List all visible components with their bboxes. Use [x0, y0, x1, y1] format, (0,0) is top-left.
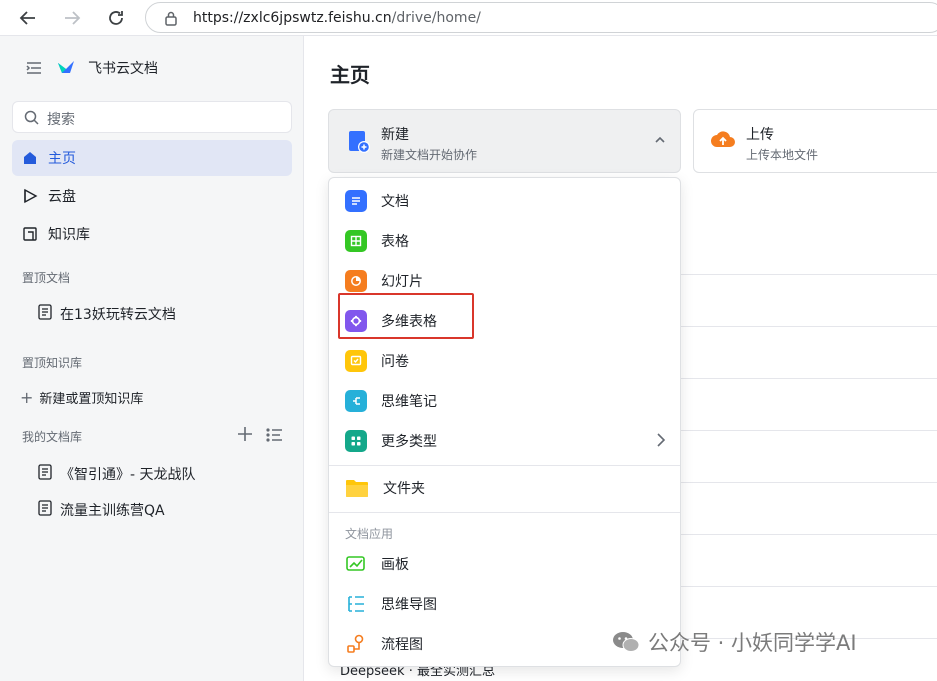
feishu-logo-icon — [58, 61, 74, 73]
slides-icon — [345, 270, 367, 292]
add-library-button[interactable]: + 新建或置顶知识库 — [20, 388, 143, 407]
menu-item-folder[interactable]: 文件夹 — [329, 468, 680, 508]
lock-icon — [165, 11, 177, 26]
reload-button[interactable] — [102, 4, 130, 32]
new-doc-icon — [349, 131, 370, 153]
menu-item-label: 文件夹 — [383, 481, 425, 497]
my-lib-doc-label: 流量主训练营QA — [60, 503, 165, 519]
search-icon — [24, 110, 39, 125]
collapse-sidebar-icon[interactable] — [26, 61, 42, 75]
forward-button[interactable] — [58, 4, 86, 32]
url-text: https://zxlc6jpswtz.feishu.cn/drive/home… — [193, 10, 481, 26]
sidebar-item-drive[interactable]: 云盘 — [12, 178, 292, 214]
my-lib-doc-label: 《智引通》- 天龙战队 — [60, 467, 196, 483]
drive-icon — [22, 188, 38, 204]
arrow-left-icon — [19, 11, 35, 25]
menu-item-label: 更多类型 — [381, 434, 437, 450]
wechat-icon — [613, 632, 640, 652]
wiki-icon — [22, 226, 38, 242]
sidebar-item-label: 云盘 — [48, 189, 76, 205]
add-icon[interactable] — [238, 427, 252, 441]
arrow-right-icon — [65, 11, 81, 25]
upload-card-subtitle: 上传本地文件 — [746, 148, 819, 162]
upload-card[interactable]: 上传 上传本地文件 — [693, 109, 937, 173]
search-placeholder: 搜索 — [47, 112, 75, 128]
mindmap-icon — [345, 593, 367, 615]
menu-item-label: 思维导图 — [381, 597, 437, 613]
my-lib-doc-item[interactable]: 流量主训练营QA — [38, 500, 165, 520]
my-lib-doc-item[interactable]: 《智引通》- 天龙战队 — [38, 464, 196, 484]
menu-item-label: 画板 — [381, 557, 409, 573]
flowchart-icon — [345, 633, 367, 655]
doc-file-icon — [38, 464, 52, 484]
sheet-icon — [345, 230, 367, 252]
chevron-up-icon — [655, 136, 665, 143]
menu-divider — [329, 465, 680, 466]
doc-file-icon — [38, 304, 52, 324]
menu-item-sheet[interactable]: 表格 — [329, 221, 680, 261]
pinned-doc-label: 在13妖玩转云文档 — [60, 307, 176, 323]
doc-icon — [345, 190, 367, 212]
menu-item-label: 流程图 — [381, 637, 423, 653]
menu-item-label: 问卷 — [381, 354, 409, 370]
menu-item-label: 文档 — [381, 194, 409, 210]
upload-cloud-icon — [711, 131, 735, 147]
menu-item-doc[interactable]: 文档 — [329, 181, 680, 221]
add-library-label: 新建或置顶知识库 — [39, 392, 144, 407]
brand: 飞书云文档 — [26, 58, 158, 78]
menu-item-mindmap[interactable]: 思维导图 — [329, 584, 680, 624]
menu-item-mindnote[interactable]: 思维笔记 — [329, 381, 680, 421]
highlight-box — [338, 293, 474, 339]
sidebar-item-wiki[interactable]: 知识库 — [12, 216, 292, 252]
whiteboard-icon — [345, 553, 367, 575]
menu-divider — [329, 512, 680, 513]
address-bar[interactable]: https://zxlc6jpswtz.feishu.cn/drive/home… — [145, 2, 937, 33]
pinned-lib-title: 置顶知识库 — [22, 356, 83, 370]
menu-item-label: 表格 — [381, 234, 409, 250]
folder-icon — [345, 477, 369, 499]
sidebar-item-home[interactable]: 主页 — [12, 140, 292, 176]
survey-icon — [345, 350, 367, 372]
upload-card-title: 上传 — [746, 127, 774, 143]
new-dropdown-menu: 文档 表格 幻灯片 多维表格 问卷 思维笔记 更多类型 文件夹 文档应用 画板 … — [328, 177, 681, 667]
menu-item-label: 思维笔记 — [381, 394, 437, 410]
back-button[interactable] — [14, 4, 42, 32]
new-card[interactable]: 新建 新建文档开始协作 — [328, 109, 681, 173]
pinned-doc-item[interactable]: 在13妖玩转云文档 — [38, 304, 176, 324]
menu-item-label: 幻灯片 — [381, 274, 423, 290]
plus-icon: + — [20, 388, 34, 407]
list-settings-icon[interactable] — [266, 428, 282, 442]
chevron-right-icon — [657, 433, 666, 447]
home-icon — [22, 150, 38, 166]
brand-name: 飞书云文档 — [88, 61, 158, 77]
new-card-subtitle: 新建文档开始协作 — [381, 148, 478, 162]
menu-item-whiteboard[interactable]: 画板 — [329, 544, 680, 584]
mindnote-icon — [345, 390, 367, 412]
more-types-icon — [345, 430, 367, 452]
sidebar-item-label: 知识库 — [48, 227, 90, 243]
doc-apps-title: 文档应用 — [345, 527, 394, 541]
search-input[interactable]: 搜索 — [12, 101, 292, 133]
sidebar-item-label: 主页 — [48, 151, 76, 167]
menu-item-survey[interactable]: 问卷 — [329, 341, 680, 381]
doc-file-icon — [38, 500, 52, 520]
menu-item-more-types[interactable]: 更多类型 — [329, 421, 680, 461]
pinned-docs-title: 置顶文档 — [22, 271, 71, 285]
page-title: 主页 — [330, 63, 370, 87]
new-card-title: 新建 — [381, 127, 409, 143]
my-lib-title: 我的文档库 — [22, 430, 83, 444]
reload-icon — [109, 11, 123, 25]
watermark-text: 公众号 · 小妖同学学AI — [648, 631, 857, 655]
watermark: 公众号 · 小妖同学学AI — [612, 627, 857, 657]
sidebar: 飞书云文档 搜索 主页 云盘 知识库 置顶文档 在13妖玩转云文档 置顶知识库 … — [0, 36, 304, 681]
browser-toolbar: https://zxlc6jpswtz.feishu.cn/drive/home… — [0, 0, 937, 36]
